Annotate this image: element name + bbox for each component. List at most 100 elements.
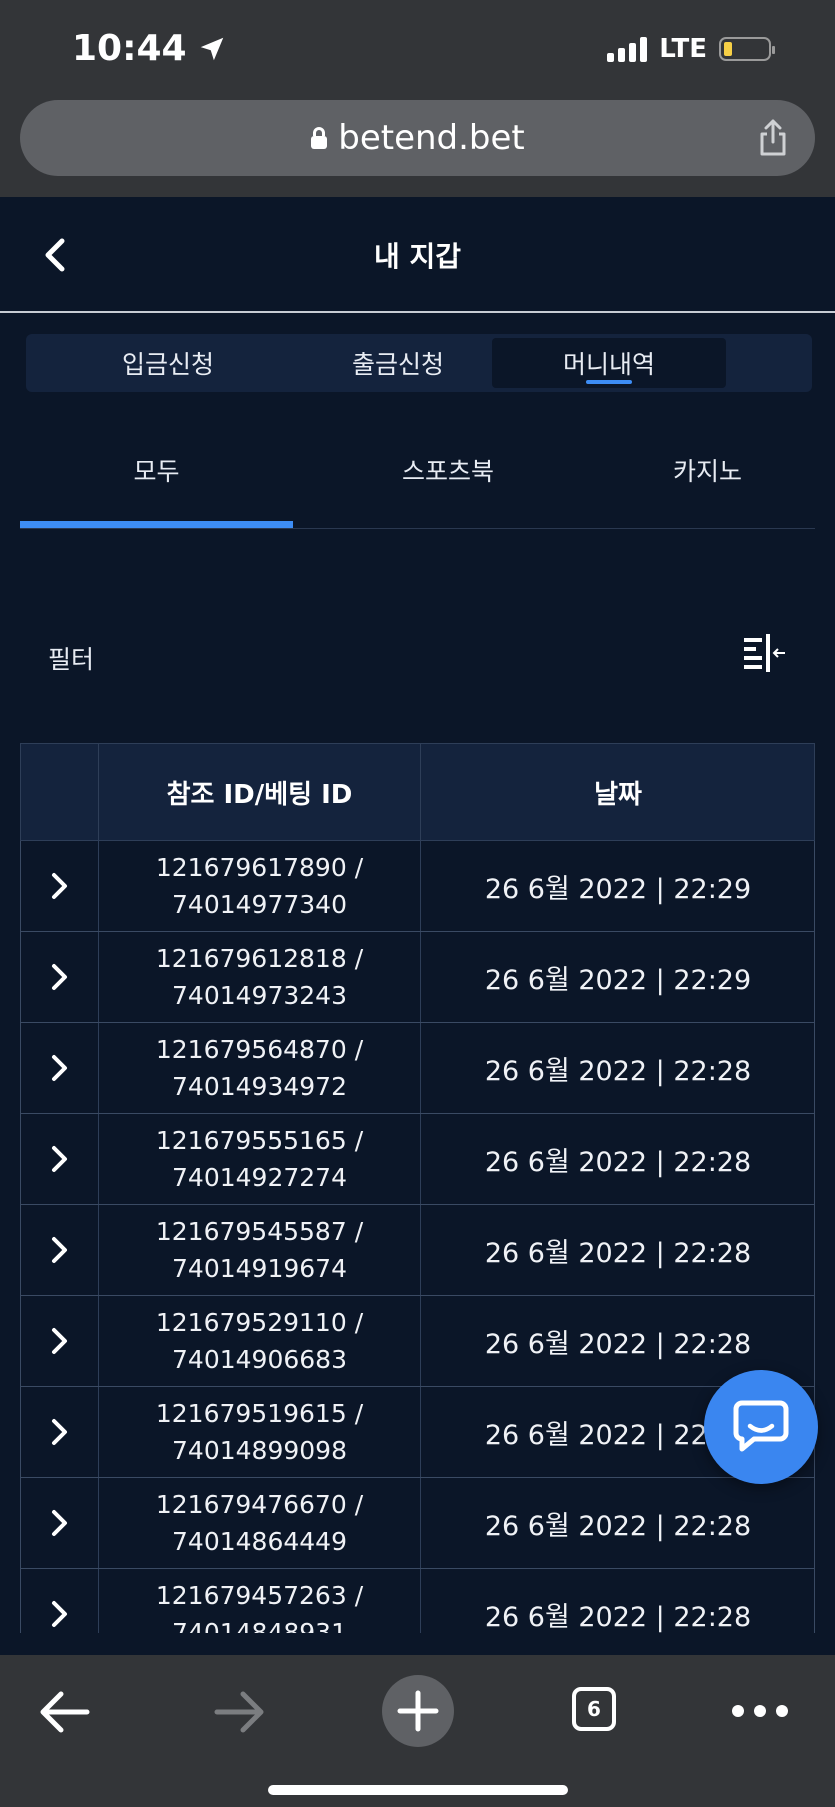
bet-id: 74014919674: [172, 1254, 347, 1283]
expand-row-button[interactable]: [21, 932, 98, 1022]
table-row[interactable]: 121679545587 / 74014919674 26 6월 2022 | 22…: [20, 1205, 815, 1296]
expand-row-button[interactable]: [21, 1114, 98, 1204]
date-cell: 26 6월 2022 | 22:28: [484, 1146, 752, 1178]
bet-id: 74014906683: [172, 1345, 347, 1374]
page-header: 내 지갑: [0, 197, 835, 313]
filter-label: 필터: [48, 645, 95, 674]
url-text: betend.bet: [338, 118, 525, 158]
ref-id: 121679545587 /: [155, 1217, 364, 1246]
tab-money-history[interactable]: 머니내역: [492, 338, 726, 388]
url-display[interactable]: betend.bet: [310, 118, 525, 158]
expand-row-button[interactable]: [21, 1205, 98, 1295]
bet-id: 74014977340: [172, 890, 347, 919]
date-cell: 26 6월 2022 | 22:28: [484, 1601, 752, 1633]
bet-id: 74014927274: [172, 1163, 347, 1192]
column-header-ref-id: 참조 ID/베팅 ID: [166, 779, 353, 810]
ref-id: 121679519615 /: [155, 1399, 364, 1428]
ref-id-cell: 121679457263 / 74014848931: [99, 1569, 420, 1633]
tab-all[interactable]: 모두: [20, 420, 293, 528]
chevron-right-icon: [51, 964, 67, 990]
live-chat-button[interactable]: [704, 1370, 818, 1484]
tab-sportsbook[interactable]: 스포츠북: [313, 420, 583, 520]
date-cell: 26 6월 2022 | 22:29: [484, 964, 752, 996]
home-indicator: [268, 1785, 568, 1795]
bet-id: 74014973243: [172, 981, 347, 1010]
bet-id: 74014864449: [172, 1527, 347, 1556]
more-menu-button[interactable]: [732, 1705, 788, 1717]
ref-id-cell: 121679529110 / 74014906683: [99, 1296, 420, 1386]
expand-row-button[interactable]: [21, 1478, 98, 1568]
filter-toggle-button[interactable]: [744, 634, 788, 674]
share-button[interactable]: [757, 118, 789, 162]
chevron-right-icon: [51, 1510, 67, 1536]
date-cell: 26 6월 2022 | 22:28: [484, 1237, 752, 1269]
chevron-right-icon: [51, 1419, 67, 1445]
chevron-right-icon: [51, 1328, 67, 1354]
more-dot: [776, 1705, 788, 1717]
ref-id: 121679529110 /: [155, 1308, 364, 1337]
wallet-tabs: 입금신청 출금신청 머니내역: [26, 334, 812, 392]
table-row[interactable]: 121679529110 /74014906683 26 6월 2022 | 22…: [20, 1296, 815, 1387]
browser-forward-button[interactable]: [200, 1677, 280, 1747]
browser-toolbar: 6: [0, 1655, 835, 1807]
ref-id: 121679555165 /: [155, 1126, 364, 1155]
table-row[interactable]: 121679612818 / 74014973243 26 6월 2022 | 22…: [20, 932, 815, 1023]
ref-id: 121679612818 /: [155, 944, 364, 973]
tab-deposit-request[interactable]: 입금신청: [38, 338, 298, 388]
status-indicators: LTE: [607, 34, 775, 64]
ref-id-cell: 121679612818 / 74014973243: [99, 932, 420, 1022]
ref-id-cell: 121679519615 / 74014899098: [99, 1387, 420, 1477]
expand-row-button[interactable]: [21, 1569, 98, 1633]
browser-back-button[interactable]: [24, 1677, 104, 1747]
status-time-text: 10:44: [72, 28, 187, 69]
expand-row-button[interactable]: [21, 1387, 98, 1477]
tab-withdraw-request[interactable]: 출금신청: [298, 338, 498, 388]
transaction-table: 참조 ID/베팅 ID 날짜 121679617890 / 74014977340…: [20, 743, 815, 1633]
tab-casino[interactable]: 카지노: [600, 420, 815, 520]
chevron-right-icon: [51, 1146, 67, 1172]
chat-bubble-icon: [733, 1400, 789, 1452]
cellular-signal-icon: [607, 36, 648, 62]
tab-label: 출금신청: [351, 350, 444, 379]
battery-icon: [719, 37, 775, 61]
ref-id: 121679457263 /: [155, 1581, 364, 1610]
table-row[interactable]: 121679457263 / 74014848931 26 6월 2022 | 22…: [20, 1569, 815, 1633]
ref-id-cell: 121679564870 / 74014934972: [99, 1023, 420, 1113]
ref-id-cell: 121679545587 / 74014919674: [99, 1205, 420, 1295]
chevron-right-icon: [51, 873, 67, 899]
arrow-left-icon: [40, 1691, 90, 1733]
new-tab-button[interactable]: [382, 1675, 454, 1747]
expand-row-button[interactable]: [21, 1296, 98, 1386]
tab-label: 머니내역: [562, 350, 655, 379]
bet-id: 74014848931: [172, 1618, 347, 1633]
table-row[interactable]: 121679555165 / 74014927274 26 6월 2022 | 22…: [20, 1114, 815, 1205]
network-type: LTE: [659, 34, 707, 64]
ref-id-cell: 121679476670 / 74014864449: [99, 1478, 420, 1568]
page-title: 내 지갑: [373, 240, 462, 273]
table-row[interactable]: 121679519615 /74014899098 26 6월 2022 | 22…: [20, 1387, 815, 1478]
date-cell: 26 6월 2022 | 22:28: [484, 1510, 752, 1542]
ref-id: 121679617890 /: [155, 853, 364, 882]
table-row[interactable]: 121679617890 / 74014977340 26 6월 2022 | 22…: [20, 841, 815, 932]
lock-icon: [311, 127, 328, 149]
expand-row-button[interactable]: [21, 1023, 98, 1113]
more-dot: [754, 1705, 766, 1717]
table-row[interactable]: 121679476670 / 74014864449 26 6월 2022 | 22…: [20, 1478, 815, 1569]
expand-row-button[interactable]: [21, 841, 98, 931]
arrow-right-icon: [214, 1691, 264, 1733]
location-arrow-icon: [200, 37, 223, 60]
date-cell: 26 6월 2022 | 22:28: [484, 1055, 752, 1087]
tab-label: 카지노: [672, 457, 742, 486]
tab-switcher-button[interactable]: 6: [572, 1687, 616, 1731]
tab-count: 6: [587, 1697, 601, 1721]
address-bar[interactable]: betend.bet: [20, 100, 815, 176]
bet-id: 74014899098: [172, 1436, 347, 1465]
chevron-right-icon: [51, 1601, 67, 1627]
chevron-right-icon: [51, 1237, 67, 1263]
ref-id-cell: 121679617890 / 74014977340: [99, 841, 420, 931]
filter-collapse-icon: [744, 634, 785, 672]
table-row[interactable]: 121679564870 / 74014934972 26 6월 2022 | 22…: [20, 1023, 815, 1114]
category-tabs: 모두 스포츠북 카지노: [20, 420, 815, 529]
ref-id: 121679564870 /: [155, 1035, 364, 1064]
ref-id: 121679476670 /: [155, 1490, 364, 1519]
